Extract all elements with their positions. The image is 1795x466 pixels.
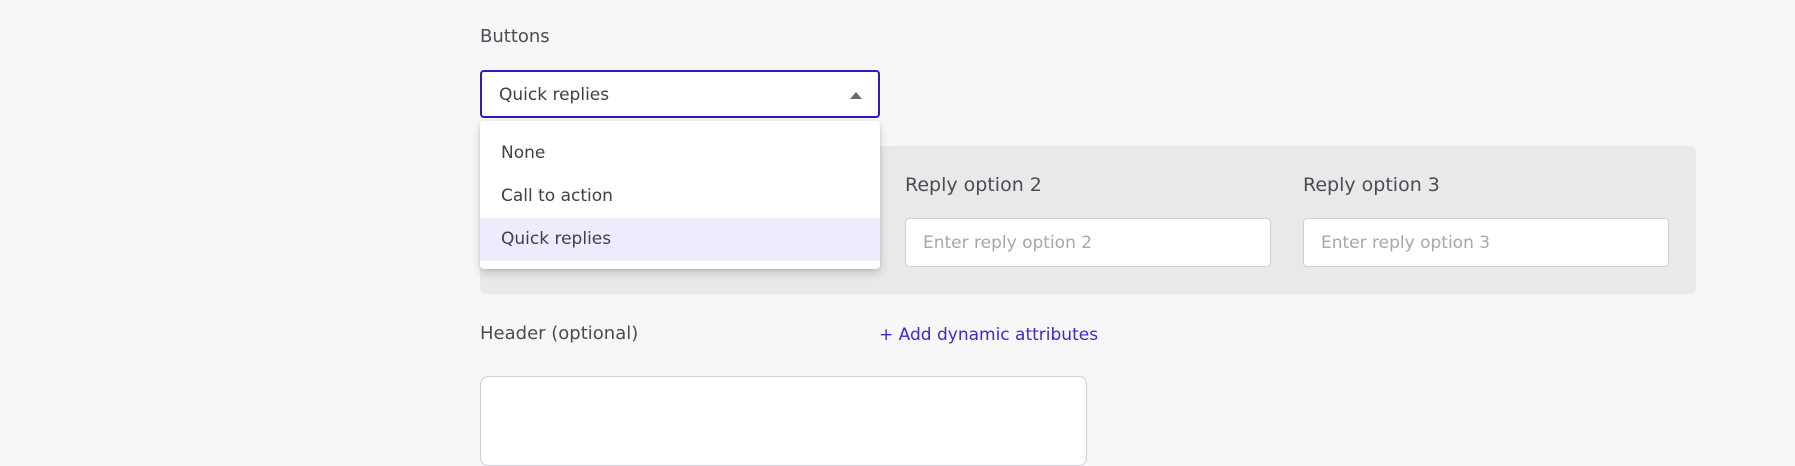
dropdown-option-quick-replies[interactable]: Quick replies: [480, 218, 880, 261]
reply-option-2-input[interactable]: [905, 218, 1271, 267]
header-editor[interactable]: [480, 376, 1087, 466]
reply-option-3-input[interactable]: [1303, 218, 1669, 267]
dropdown-option-none[interactable]: None: [480, 132, 880, 175]
buttons-type-select[interactable]: Quick replies: [480, 70, 880, 118]
buttons-type-selected-value: Quick replies: [499, 85, 610, 105]
dropdown-option-call-to-action[interactable]: Call to action: [480, 175, 880, 218]
caret-up-icon: [850, 92, 862, 99]
buttons-label: Buttons: [480, 26, 550, 47]
reply-option-3-label: Reply option 3: [1303, 174, 1440, 196]
header-label: Header (optional): [480, 323, 639, 344]
reply-option-2-label: Reply option 2: [905, 174, 1042, 196]
buttons-type-dropdown-menu: None Call to action Quick replies: [480, 121, 880, 269]
add-dynamic-attributes-link[interactable]: + Add dynamic attributes: [879, 325, 1098, 345]
